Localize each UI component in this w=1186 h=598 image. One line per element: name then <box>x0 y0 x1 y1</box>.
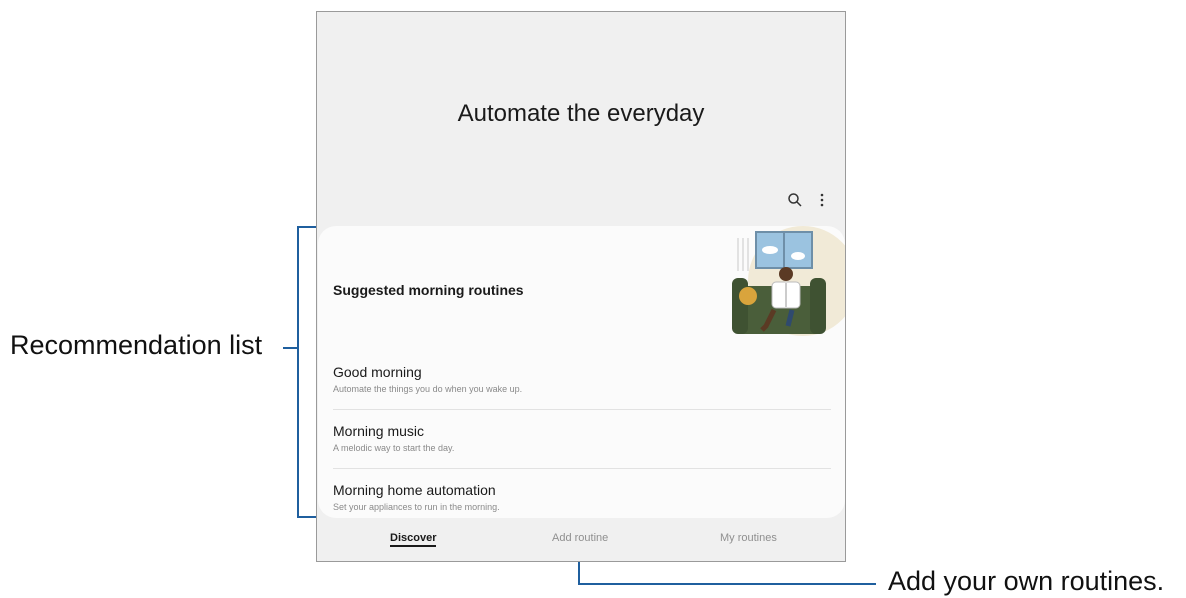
recommendation-list: Suggested morning routines Good morning … <box>318 226 845 518</box>
phone-screen: Automate the everyday Suggested morning … <box>316 11 846 562</box>
reading-person-illustration <box>732 226 845 336</box>
divider <box>333 468 831 469</box>
bottom-tab-bar: Discover Add routine My routines <box>317 532 845 554</box>
list-item-morning-music[interactable]: Morning music A melodic way to start the… <box>333 423 831 453</box>
list-item-good-morning[interactable]: Good morning Automate the things you do … <box>333 364 831 394</box>
search-icon[interactable] <box>787 192 803 213</box>
recommendation-list-label: Recommendation list <box>10 330 263 360</box>
list-item-morning-home-automation[interactable]: Morning home automation Set your applian… <box>333 482 831 512</box>
add-routine-leader <box>578 562 876 585</box>
tab-discover[interactable]: Discover <box>390 532 437 547</box>
tab-add-routine[interactable]: Add routine <box>552 532 608 544</box>
hero-title: Automate the everyday <box>457 100 705 127</box>
list-item-title: Good morning <box>333 364 422 380</box>
tab-my-routines[interactable]: My routines <box>720 532 777 544</box>
list-item-title: Morning home automation <box>333 482 496 498</box>
suggested-routines-title: Suggested morning routines <box>333 282 524 298</box>
add-routine-label: Add your own routines. <box>888 566 1165 596</box>
list-item-subtitle: A melodic way to start the day. <box>333 443 455 453</box>
more-options-icon[interactable] <box>818 192 826 213</box>
list-item-title: Morning music <box>333 423 425 439</box>
divider <box>333 409 831 410</box>
list-item-subtitle: Automate the things you do when you wake… <box>333 384 523 394</box>
list-item-subtitle: Set your appliances to run in the mornin… <box>333 502 500 512</box>
